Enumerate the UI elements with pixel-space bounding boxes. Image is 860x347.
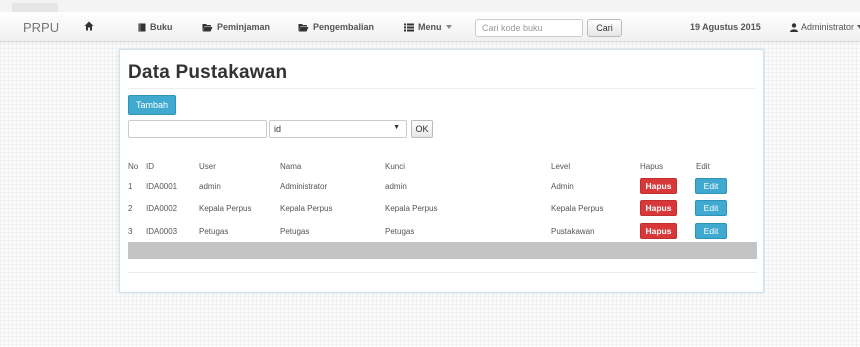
cell-kunci: admin xyxy=(385,182,407,191)
cell-no: 3 xyxy=(128,227,133,236)
delete-button[interactable]: Hapus xyxy=(640,200,677,216)
divider xyxy=(128,88,756,89)
cell-level: Kepala Perpus xyxy=(551,204,604,213)
divider xyxy=(128,272,757,273)
col-header-no: No xyxy=(128,162,139,171)
cell-level: Pustakawan xyxy=(551,227,595,236)
cell-nama: Kepala Perpus xyxy=(280,204,333,213)
delete-button[interactable]: Hapus xyxy=(640,178,677,194)
user-icon xyxy=(790,22,798,32)
cell-no: 1 xyxy=(128,182,133,191)
brand-logo[interactable]: PRPU xyxy=(23,20,59,35)
home-icon xyxy=(84,21,94,31)
edit-button[interactable]: Edit xyxy=(695,223,727,239)
user-menu[interactable]: Administrator xyxy=(790,22,860,32)
filter-field-value: id xyxy=(274,124,282,134)
browser-tab xyxy=(12,3,58,12)
nav-buku[interactable]: Buku xyxy=(138,22,173,32)
content-panel: Data Pustakawan Tambah id ▼ OK No ID Use… xyxy=(119,49,764,293)
user-name: Administrator xyxy=(801,22,855,32)
cell-no: 2 xyxy=(128,204,133,213)
col-header-kunci: Kunci xyxy=(385,162,406,171)
edit-button[interactable]: Edit xyxy=(695,200,727,216)
current-date: 19 Agustus 2015 xyxy=(690,22,761,32)
cell-kunci: Petugas xyxy=(385,227,415,236)
navbar: PRPU Buku Peminjaman Pengembalian Menu C… xyxy=(0,12,860,42)
list-icon xyxy=(404,23,414,31)
folder-open-icon xyxy=(298,23,309,31)
col-header-hapus: Hapus xyxy=(640,162,664,171)
page-title: Data Pustakawan xyxy=(128,62,288,83)
filter-field-select[interactable]: id ▼ xyxy=(269,120,407,138)
col-header-nama: Nama xyxy=(280,162,302,171)
cell-level: Admin xyxy=(551,182,574,191)
filter-ok-button[interactable]: OK xyxy=(411,120,433,138)
cell-user: Petugas xyxy=(199,227,229,236)
cell-user: admin xyxy=(199,182,221,191)
cell-id: IDA0003 xyxy=(146,227,178,236)
cell-nama: Administrator xyxy=(280,182,328,191)
col-header-level: Level xyxy=(551,162,571,171)
add-button[interactable]: Tambah xyxy=(128,95,176,115)
book-icon xyxy=(138,23,146,31)
browser-strip xyxy=(0,0,860,12)
cell-nama: Petugas xyxy=(280,227,310,236)
search-input[interactable] xyxy=(475,19,583,37)
col-header-user: User xyxy=(199,162,216,171)
nav-buku-label: Buku xyxy=(150,22,173,32)
folder-open-icon xyxy=(202,23,213,31)
nav-menu-dropdown[interactable]: Menu xyxy=(404,22,452,32)
nav-pengembalian-label: Pengembalian xyxy=(313,22,375,32)
col-header-id: ID xyxy=(146,162,154,171)
table-footer-bar xyxy=(128,242,757,259)
caret-down-icon: ▼ xyxy=(393,124,400,131)
cell-user: Kepala Perpus xyxy=(199,204,252,213)
search-button[interactable]: Cari xyxy=(587,19,622,37)
col-header-edit: Edit xyxy=(696,162,710,171)
nav-peminjaman-label: Peminjaman xyxy=(217,22,271,32)
caret-down-icon xyxy=(445,25,452,29)
nav-pengembalian[interactable]: Pengembalian xyxy=(298,22,374,32)
nav-peminjaman[interactable]: Peminjaman xyxy=(202,22,270,32)
cell-id: IDA0001 xyxy=(146,182,178,191)
filter-input[interactable] xyxy=(128,120,267,138)
cell-id: IDA0002 xyxy=(146,204,178,213)
delete-button[interactable]: Hapus xyxy=(640,223,677,239)
edit-button[interactable]: Edit xyxy=(695,178,727,194)
home-link[interactable] xyxy=(84,21,94,31)
nav-menu-label: Menu xyxy=(418,22,442,32)
cell-kunci: Kepala Perpus xyxy=(385,204,438,213)
